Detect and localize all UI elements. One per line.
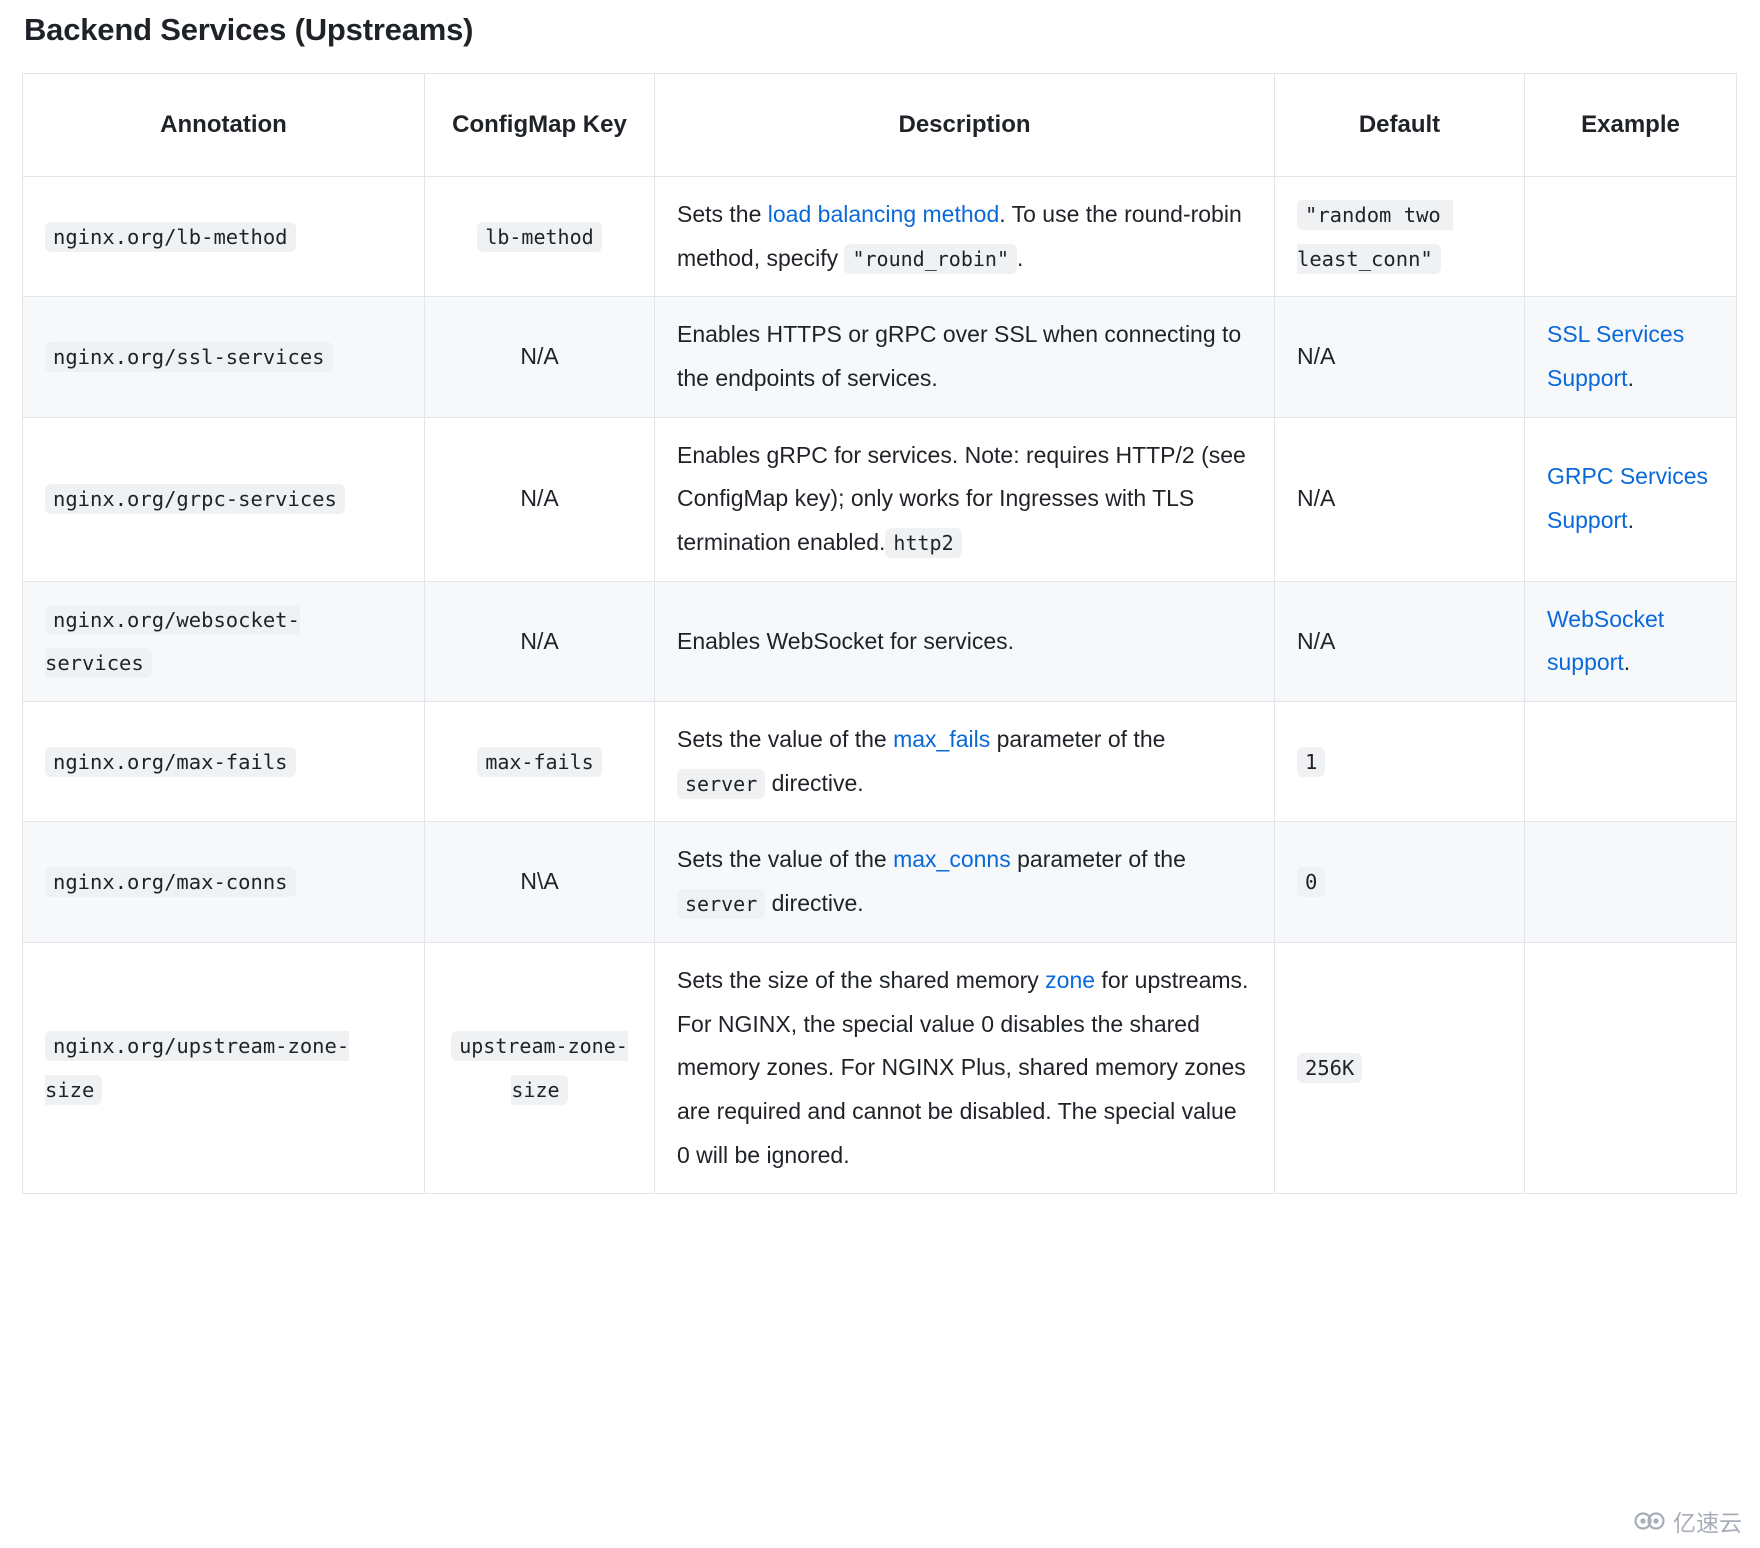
cell-example (1524, 942, 1737, 1195)
annotation-code: nginx.org/ssl-services (45, 342, 333, 373)
configmap-key-na: N\A (520, 868, 559, 895)
column-header-description: Description (654, 73, 1275, 177)
cell-example (1524, 701, 1737, 823)
cell-default: N/A (1274, 581, 1525, 703)
configmap-key-code: lb-method (477, 221, 602, 252)
watermark-text: 亿速云 (1673, 1511, 1742, 1537)
column-header-example: Example (1524, 73, 1737, 177)
cell-configmap-key: N\A (424, 821, 655, 943)
cell-description: Sets the value of the max_conns paramete… (654, 821, 1275, 943)
annotation-code: nginx.org/websocket-services (45, 604, 300, 679)
cell-example (1524, 821, 1737, 943)
default-code: 256K (1297, 1053, 1363, 1084)
cell-annotation: nginx.org/grpc-services (22, 417, 425, 582)
page-container: Backend Services (Upstreams) Annotation … (0, 10, 1760, 1195)
column-header-configmap-key: ConfigMap Key (424, 73, 655, 177)
cell-example: GRPC Services Support. (1524, 417, 1737, 582)
description-code: server (677, 889, 766, 920)
cell-description: Sets the load balancing method. To use t… (654, 176, 1275, 298)
cell-default: N/A (1274, 296, 1525, 418)
description-link[interactable]: load balancing method (768, 201, 999, 227)
configmap-key-na: N/A (520, 343, 559, 370)
default-code: 0 (1297, 867, 1326, 898)
cell-default: 0 (1274, 821, 1525, 943)
annotation-code: nginx.org/upstream-zone-size (45, 1031, 350, 1106)
description-code: server (677, 768, 766, 799)
table-row: nginx.org/websocket-services N/A Enables W… (22, 581, 1737, 703)
table-row: nginx.org/max-conns N\A Sets the value of … (22, 821, 1737, 943)
table-row: nginx.org/grpc-services N/A Enables gRPC f… (22, 417, 1737, 582)
default-code: 1 (1297, 746, 1326, 777)
cell-example: SSL Services Support. (1524, 296, 1737, 418)
cloud-icon (1633, 1510, 1667, 1532)
configmap-key-na: N/A (520, 627, 559, 654)
default-na: N/A (1297, 343, 1336, 370)
cell-configmap-key: N/A (424, 417, 655, 582)
annotation-code: nginx.org/max-conns (45, 867, 296, 898)
default-na: N/A (1297, 485, 1336, 512)
cell-description: Sets the value of the max_fails paramete… (654, 701, 1275, 823)
cell-default: "random two least_conn" (1274, 176, 1525, 298)
configmap-key-code: upstream-zone-size (451, 1031, 628, 1106)
watermark: 亿速云 (1633, 1504, 1742, 1538)
default-na: N/A (1297, 627, 1336, 654)
cell-configmap-key: max-fails (424, 701, 655, 823)
column-header-annotation: Annotation (22, 73, 425, 177)
configmap-key-code: max-fails (477, 746, 602, 777)
cell-example: WebSocket support. (1524, 581, 1737, 703)
annotation-code: nginx.org/max-fails (45, 746, 296, 777)
description-code: http2 (885, 528, 962, 559)
cell-configmap-key: N/A (424, 581, 655, 703)
header-row: Annotation ConfigMap Key Description Def… (22, 73, 1737, 177)
example-link[interactable]: WebSocket support (1547, 606, 1664, 676)
table-header: Annotation ConfigMap Key Description Def… (22, 73, 1737, 177)
cell-configmap-key: upstream-zone-size (424, 942, 655, 1195)
cell-description: Enables gRPC for services. Note: require… (654, 417, 1275, 582)
cell-annotation: nginx.org/lb-method (22, 176, 425, 298)
cell-annotation: nginx.org/ssl-services (22, 296, 425, 418)
cell-description: Sets the size of the shared memory zone … (654, 942, 1275, 1195)
cell-annotation: nginx.org/max-conns (22, 821, 425, 943)
cell-configmap-key: lb-method (424, 176, 655, 298)
cell-description: Enables WebSocket for services. (654, 581, 1275, 703)
annotations-table: Annotation ConfigMap Key Description Def… (22, 73, 1737, 1195)
annotation-code: nginx.org/lb-method (45, 221, 296, 252)
description-link[interactable]: max_fails (893, 726, 990, 752)
table-row: nginx.org/ssl-services N/A Enables HTTPS o… (22, 296, 1737, 418)
cell-annotation: nginx.org/max-fails (22, 701, 425, 823)
table-row: nginx.org/upstream-zone-size upstream-zon… (22, 942, 1737, 1195)
cell-default: N/A (1274, 417, 1525, 582)
column-header-default: Default (1274, 73, 1525, 177)
cell-description: Enables HTTPS or gRPC over SSL when conn… (654, 296, 1275, 418)
annotation-code: nginx.org/grpc-services (45, 484, 345, 515)
example-link[interactable]: SSL Services Support (1547, 321, 1684, 391)
description-link[interactable]: max_conns (893, 846, 1011, 872)
cell-annotation: nginx.org/upstream-zone-size (22, 942, 425, 1195)
page-title: Backend Services (Upstreams) (24, 12, 474, 47)
table-row: nginx.org/lb-method lb-method Sets the loa… (22, 176, 1737, 298)
cell-example (1524, 176, 1737, 298)
configmap-key-na: N/A (520, 485, 559, 512)
description-code: "round_robin" (844, 243, 1018, 274)
cell-default: 256K (1274, 942, 1525, 1195)
table-row: nginx.org/max-fails max-fails Sets the val… (22, 701, 1737, 823)
table-body: nginx.org/lb-method lb-method Sets the loa… (22, 176, 1737, 1195)
cell-default: 1 (1274, 701, 1525, 823)
description-link[interactable]: zone (1045, 967, 1095, 993)
example-link[interactable]: GRPC Services Support (1547, 463, 1708, 533)
cell-annotation: nginx.org/websocket-services (22, 581, 425, 703)
default-code: "random two least_conn" (1297, 199, 1454, 274)
cell-configmap-key: N/A (424, 296, 655, 418)
